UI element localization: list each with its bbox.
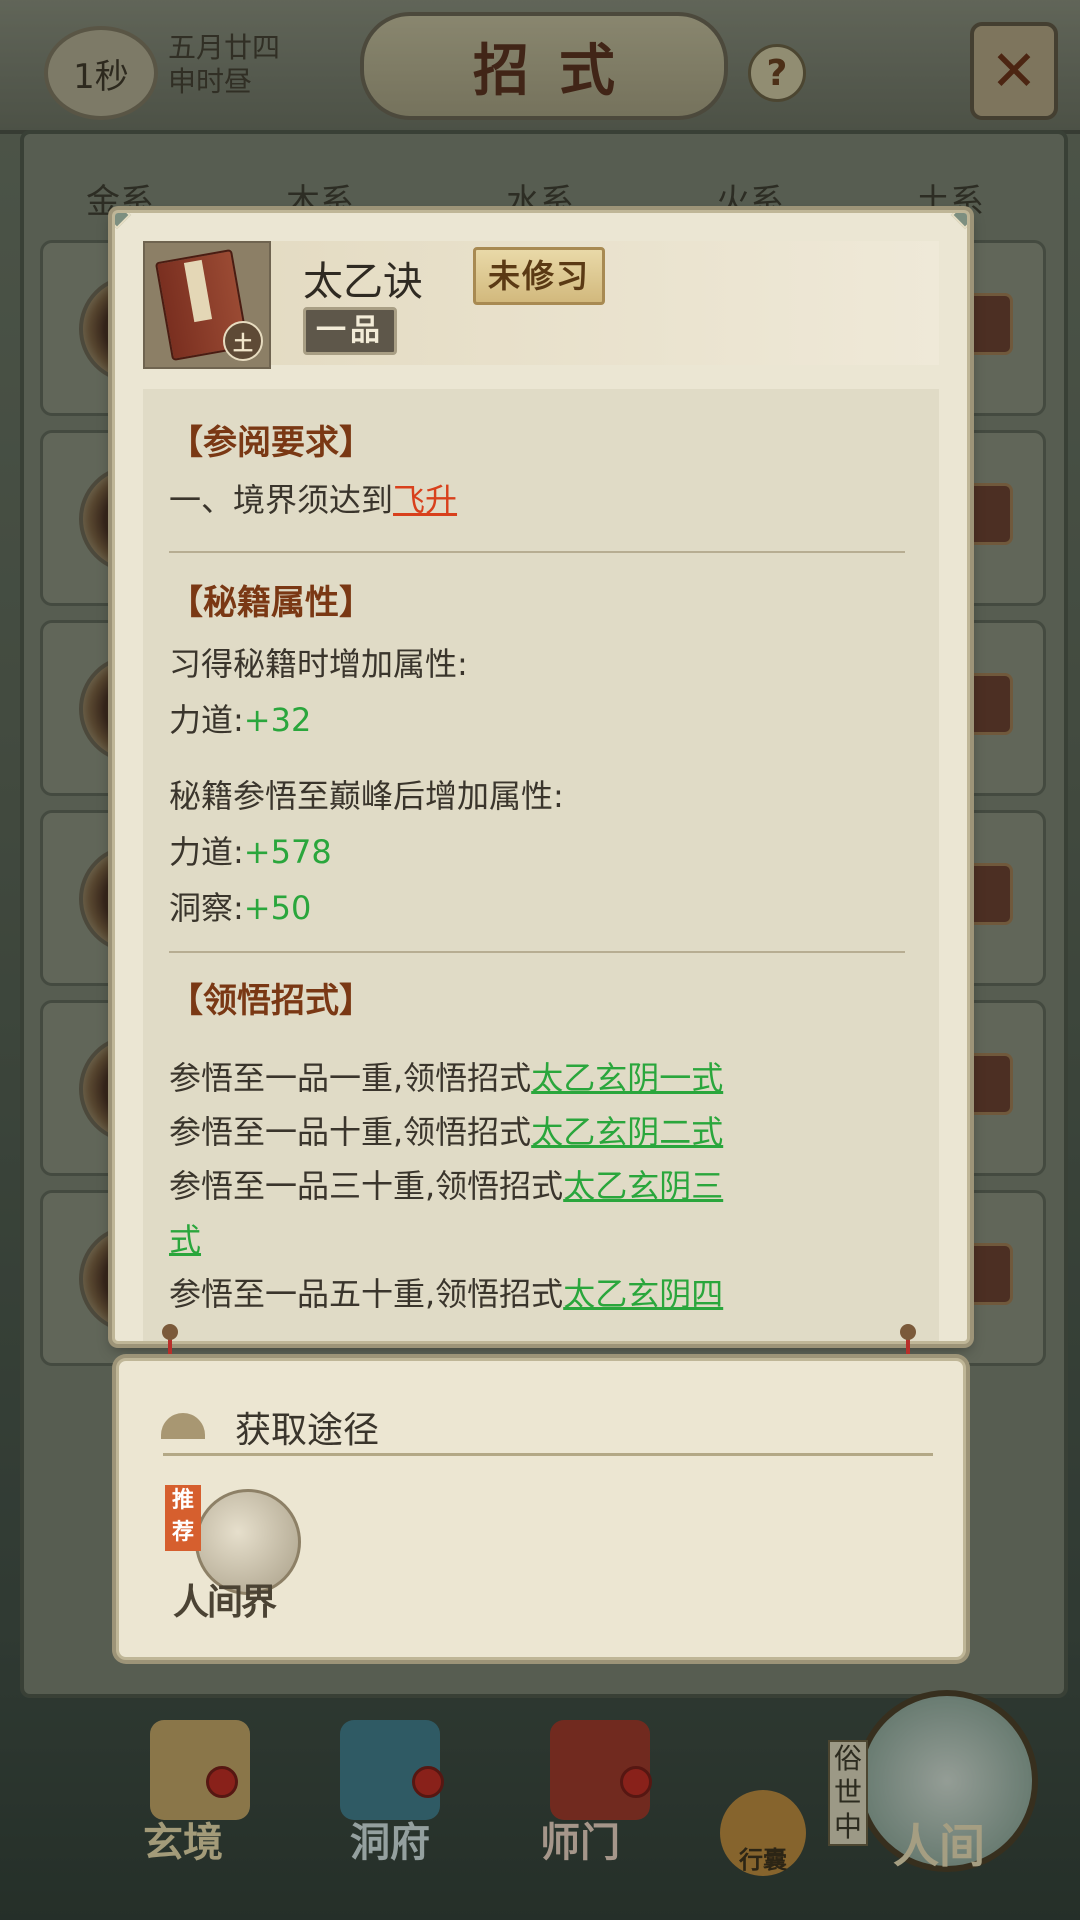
move-link[interactable]: 太乙玄阴四 bbox=[563, 1275, 723, 1313]
stat-value: +32 bbox=[243, 701, 312, 739]
stat-value: +50 bbox=[243, 889, 312, 927]
move-link[interactable]: 太乙玄阴一式 bbox=[531, 1059, 723, 1097]
source-name: 人间界 bbox=[173, 1581, 277, 1623]
skill-detail-content[interactable]: 【参阅要求】 一、境界须达到飞升 【秘籍属性】 习得秘籍时增加属性: 力道:+3… bbox=[143, 389, 939, 1341]
move-condition: 参悟至一品十重,领悟招式 bbox=[169, 1113, 532, 1151]
move-condition: 参悟至一品五十重,领悟招式 bbox=[169, 1275, 564, 1313]
attributes-title: 【秘籍属性】 bbox=[169, 583, 373, 623]
move-link[interactable]: 式 bbox=[169, 1221, 201, 1259]
move-link[interactable]: 太乙玄阴二式 bbox=[531, 1113, 723, 1151]
stat-name: 洞察: bbox=[169, 889, 244, 927]
move-line: 参悟至一品五十重,领悟招式太乙玄阴四 bbox=[169, 1269, 723, 1315]
move-line: 参悟至一品三十重,领悟招式太乙玄阴三 bbox=[169, 1161, 723, 1207]
acquisition-title: 获取途径 bbox=[235, 1410, 380, 1451]
peak-header: 秘籍参悟至巅峰后增加属性: bbox=[169, 777, 564, 815]
realm-link[interactable]: 飞升 bbox=[393, 481, 457, 519]
move-line-continued: 式 bbox=[169, 1215, 201, 1261]
move-link[interactable]: 太乙玄阴三 bbox=[563, 1167, 723, 1205]
element-badge: 土 bbox=[223, 321, 263, 361]
grade-badge: 一品 bbox=[303, 307, 397, 355]
skill-detail-panel: 土 太乙诀 未修习 一品 【参阅要求】 一、境界须达到飞升 【秘籍属性】 习得秘… bbox=[112, 210, 970, 1344]
move-condition: 参悟至一品一重,领悟招式 bbox=[169, 1059, 532, 1097]
recommend-badge: 推荐 bbox=[165, 1485, 201, 1551]
move-condition: 参悟至一品三十重,领悟招式 bbox=[169, 1167, 564, 1205]
status-badge: 未修习 bbox=[473, 247, 606, 305]
skill-book-icon: 土 bbox=[143, 241, 271, 369]
corner-ornament bbox=[115, 213, 132, 230]
moves-title: 【领悟招式】 bbox=[169, 981, 373, 1021]
skill-name: 太乙诀 bbox=[303, 259, 423, 305]
move-line: 参悟至一品十重,领悟招式太乙玄阴二式 bbox=[169, 1107, 723, 1153]
learn-header: 习得秘籍时增加属性: bbox=[169, 645, 468, 683]
requirement-text: 一、境界须达到 bbox=[169, 481, 394, 519]
divider bbox=[163, 1453, 933, 1456]
acquisition-panel: 获取途径 推荐 人间界 bbox=[116, 1358, 966, 1660]
stat-name: 力道: bbox=[169, 833, 244, 871]
peak-stat-line: 力道:+578 bbox=[169, 827, 332, 873]
skill-header: 土 太乙诀 未修习 一品 bbox=[143, 241, 939, 369]
learn-stat-line: 力道:+32 bbox=[169, 695, 311, 741]
stat-name: 力道: bbox=[169, 701, 244, 739]
stat-value: +578 bbox=[243, 833, 332, 871]
path-icon bbox=[161, 1413, 205, 1439]
requirements-title: 【参阅要求】 bbox=[169, 423, 373, 463]
corner-ornament bbox=[950, 213, 967, 230]
move-line: 参悟至一品一重,领悟招式太乙玄阴一式 bbox=[169, 1053, 723, 1099]
divider bbox=[169, 951, 905, 953]
peak-stat-line: 洞察:+50 bbox=[169, 883, 311, 929]
divider bbox=[169, 551, 905, 553]
source-renjianjie[interactable]: 推荐 人间界 bbox=[165, 1485, 305, 1625]
requirement-line: 一、境界须达到飞升 bbox=[169, 475, 457, 521]
